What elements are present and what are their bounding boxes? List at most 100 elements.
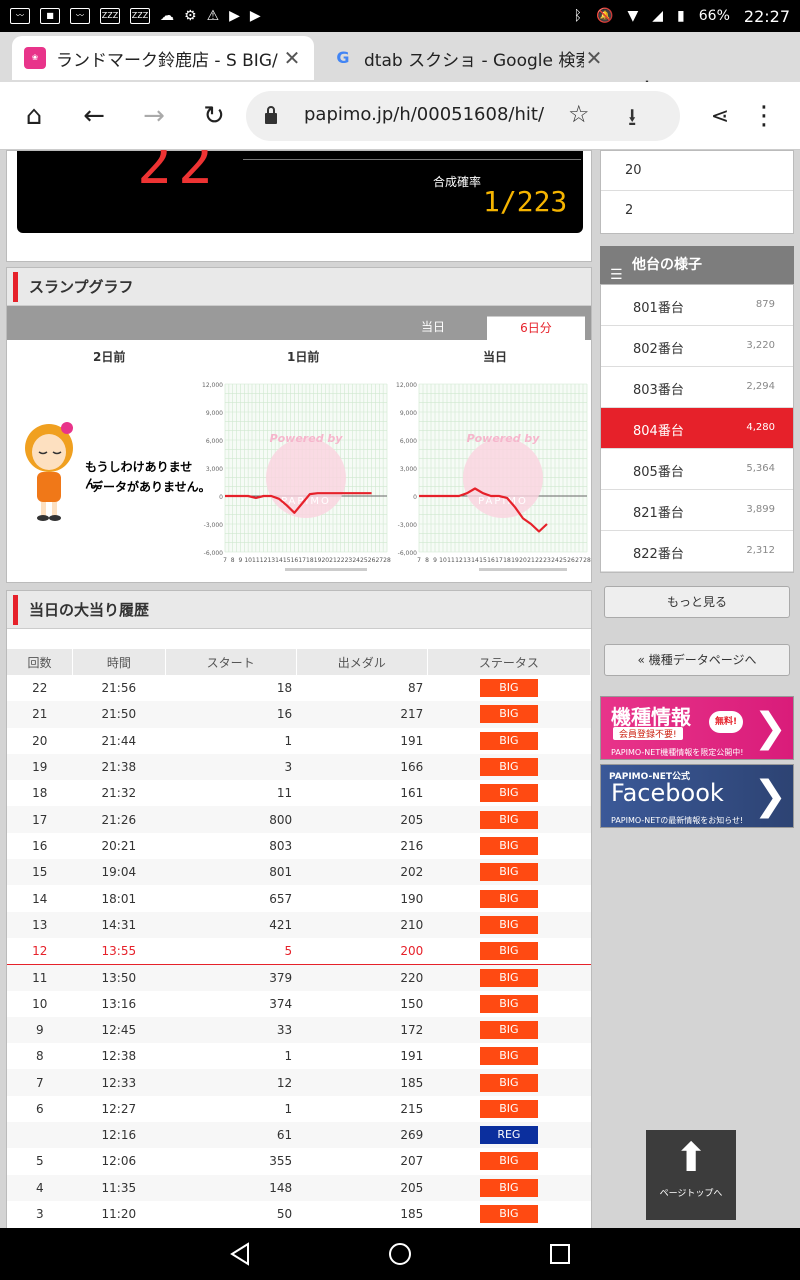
table-cell: BIG (427, 833, 590, 859)
chevron-right-icon: ❯ (753, 773, 787, 819)
table-cell: BIG (427, 1043, 590, 1069)
x-tick-label: 22 (337, 557, 345, 564)
table-cell: 172 (296, 1016, 428, 1044)
no-data-line2: データがありません。 (91, 480, 211, 494)
y-tick-label: 12,000 (202, 382, 223, 389)
google-favicon-icon: G (336, 48, 350, 67)
recents-square-icon[interactable] (548, 1242, 572, 1266)
list-item[interactable]: 805番台 5,364 (601, 449, 793, 490)
reload-icon[interactable]: ↻ (194, 96, 234, 136)
table-cell: 803 (269, 838, 293, 853)
status-badge: BIG (479, 1047, 538, 1066)
bluetooth-icon: ᛒ (573, 8, 583, 24)
table-cell: 205 (296, 1174, 428, 1201)
x-tick-label: 8 (231, 557, 235, 564)
status-badge: BIG (479, 1073, 538, 1092)
day-label: 2日前 (93, 350, 126, 364)
banner-sub: 会員登録不要! (613, 727, 683, 740)
tab-today[interactable]: 当日 (397, 316, 469, 340)
model-data-page-button[interactable]: « 機種データページへ (604, 644, 790, 676)
counter-panel: 22 合成確率 1/223 (6, 150, 592, 262)
forward-arrow-icon[interactable]: → (134, 96, 174, 136)
table-cell: 7 (7, 1069, 73, 1096)
x-tick-label: 14 (275, 557, 283, 564)
list-item[interactable]: 821番台 3,899 (601, 490, 793, 531)
menu-kebab-icon[interactable]: ⋮ (744, 96, 784, 136)
warning-icon: ⚠ (206, 8, 220, 24)
table-cell: 217 (296, 701, 428, 728)
page-top-button[interactable]: ⬆ ページトップへ (646, 1130, 736, 1220)
list-item[interactable]: 802番台 3,220 (601, 326, 793, 367)
table-cell: 161 (400, 786, 424, 801)
x-tick-label: 26 (567, 557, 575, 564)
tab-6days[interactable]: 6日分 (487, 316, 585, 340)
share-icon[interactable]: ⋖ (700, 96, 740, 136)
close-icon[interactable]: ✕ (584, 46, 604, 70)
app-icon: ZZZ (130, 8, 150, 24)
no-data-notice: もうしわけありません。 データがありません。 (15, 418, 215, 538)
x-tick-label: 18 (503, 557, 511, 564)
facebook-banner[interactable]: PAPIMO-NET公式 Facebook PAPIMO-NETの最新情報をお知… (600, 764, 794, 828)
list-item: 20 (601, 151, 793, 191)
x-tick-label: 19 (511, 557, 519, 564)
x-tick-label: 21 (329, 557, 337, 564)
machine-number: 802番台 (633, 342, 684, 357)
table-cell: 14 (32, 891, 48, 906)
chevron-right-icon: ❯ (753, 705, 787, 751)
table-row: 7 12:33 12 185 BIG (7, 1069, 591, 1096)
table-cell: 13:55 (72, 937, 166, 965)
x-tick-label: 25 (360, 557, 368, 564)
home-circle-icon[interactable] (388, 1242, 412, 1266)
status-badge: REG (479, 1126, 538, 1145)
x-tick-label: 20 (519, 557, 527, 564)
table-cell: 202 (296, 859, 428, 886)
list-item[interactable]: 801番台 879 (601, 285, 793, 326)
tab-landmark[interactable]: ❀ ランドマーク鈴鹿店 - S BIG/ ✕ (12, 36, 314, 80)
notification-icon: ■ (40, 8, 60, 24)
notification-icon: 〰 (10, 8, 30, 24)
x-tick-label: 18 (306, 557, 314, 564)
table-cell: BIG (427, 1069, 591, 1096)
back-arrow-icon[interactable]: ← (74, 96, 114, 136)
table-cell: 17 (7, 806, 73, 833)
table-cell: 6 (35, 1101, 44, 1116)
free-badge: 無料! (709, 711, 743, 733)
gosei-value: 1/223 (483, 185, 568, 218)
x-tick-label: 12 (260, 557, 268, 564)
y-tick-label: 9,000 (400, 410, 417, 417)
y-tick-label: 6,000 (206, 438, 223, 445)
x-tick-label: 14 (471, 557, 479, 564)
kishu-info-banner[interactable]: 機種情報 会員登録不要! 無料! PAPIMO-NET機種情報を限定公開中! ❯ (600, 696, 794, 760)
browser-toolbar: ⌂ ← → ↻ papimo.jp/h/00051608/hit/ ☆ ⭳ ⋖ … (0, 82, 800, 150)
list-item[interactable]: 803番台 2,294 (601, 367, 793, 408)
table-cell: 166 (296, 753, 428, 781)
x-tick-label: 16 (291, 557, 299, 564)
home-icon[interactable]: ⌂ (14, 96, 54, 136)
tab-google[interactable]: G dtab スクショ - Google 検索 ✕ (320, 36, 616, 80)
x-tick-label: 8 (425, 557, 429, 564)
table-cell: 18:01 (101, 891, 137, 906)
address-bar[interactable]: papimo.jp/h/00051608/hit/ ☆ ⭳ (246, 91, 680, 141)
table-cell: 205 (296, 806, 428, 833)
back-triangle-icon[interactable] (228, 1242, 252, 1266)
table-cell: 200 (296, 937, 428, 965)
table-cell: 20 (32, 733, 48, 748)
bookmark-star-icon[interactable]: ☆ (568, 100, 590, 128)
slump-graph-title: スランプグラフ (7, 268, 591, 306)
list-item[interactable]: 822番台 2,312 (601, 531, 793, 572)
download-icon[interactable]: ⭳ (628, 100, 636, 141)
x-tick-label: 11 (447, 557, 455, 564)
youtube-icon: ▶ (249, 8, 261, 24)
cloud-icon: ☁ (160, 8, 174, 24)
table-cell: 185 (296, 1069, 428, 1096)
table-cell: 15 (7, 859, 73, 886)
url-text: papimo.jp/h/00051608/hit/ (304, 104, 545, 125)
status-badge: BIG (479, 758, 538, 777)
more-button[interactable]: もっと見る (604, 586, 790, 618)
table-cell: 11:35 (72, 1174, 166, 1201)
app-icon: ZZZ (100, 8, 120, 24)
close-icon[interactable]: ✕ (282, 46, 302, 70)
list-item[interactable]: 804番台 4,280 (601, 408, 793, 449)
table-cell: 18 (276, 681, 293, 696)
table-row: 20 21:44 1 191 BIG (7, 728, 591, 754)
